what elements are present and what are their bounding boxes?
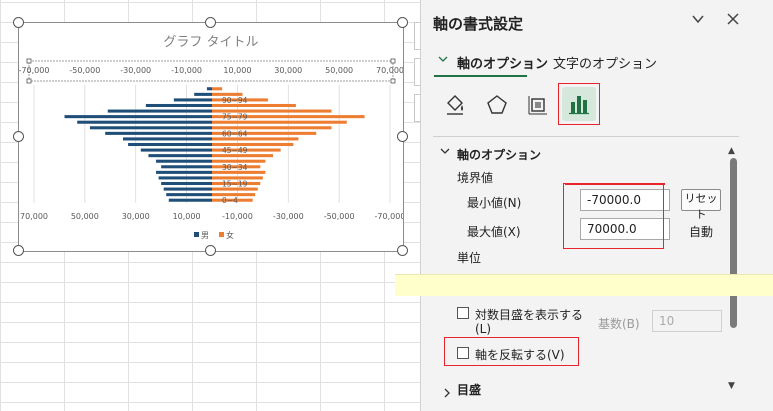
bar-male[interactable] (166, 193, 212, 197)
category-label: 75~79 (222, 113, 248, 122)
bottom-axis-tick: 30,000 (122, 212, 150, 221)
resize-handle[interactable] (205, 17, 216, 28)
units-label: 単位 (457, 251, 482, 265)
bar-male[interactable] (107, 109, 212, 113)
bar-male[interactable] (173, 98, 212, 102)
format-axis-pane: 軸の書式設定 軸のオプション 文字のオプション 軸のオプション 境界値 最小値(… (420, 0, 773, 411)
bar-female[interactable] (212, 87, 223, 91)
bar-male[interactable] (156, 170, 212, 174)
auto-label: 自動 (689, 225, 714, 239)
axis-options-bar-chart-icon[interactable] (562, 87, 596, 121)
bottom-axis-tick: -10,000 (222, 212, 253, 221)
category-label: 45~49 (222, 146, 248, 155)
bar-male[interactable] (77, 120, 212, 124)
bar-male[interactable] (128, 142, 212, 147)
chart-area[interactable]: グラフ タイトル -70,000 -50,000 -30,000 -10,000 10,0… (18, 22, 404, 252)
section-axis-options[interactable]: 軸のオプション (457, 146, 541, 163)
scrollbar-thumb[interactable] (730, 158, 737, 328)
resize-handle[interactable] (13, 17, 24, 28)
bar-male[interactable] (168, 198, 212, 202)
chevron-down-icon (438, 55, 448, 66)
bar-male[interactable] (206, 87, 212, 91)
top-axis-tick: -70,000 (19, 66, 49, 75)
bar-male[interactable] (161, 181, 212, 186)
divider (433, 136, 739, 137)
bottom-axis-tick: 50,000 (71, 212, 99, 221)
bottom-axis-tick: -30,000 (273, 212, 304, 221)
legend-swatch (194, 232, 199, 237)
top-axis-tick: 50,000 (325, 66, 353, 75)
top-axis-tick: 10,000 (223, 66, 251, 75)
category-label: 90~94 (222, 96, 248, 105)
top-axis-tick: -50,000 (69, 66, 100, 75)
resize-handle[interactable] (397, 131, 408, 142)
axis-handle[interactable] (390, 78, 396, 84)
tooltip-overlay (395, 274, 773, 296)
resize-handle[interactable] (397, 245, 408, 256)
fill-line-icon[interactable] (438, 88, 472, 122)
reset-button[interactable]: リセット (681, 189, 721, 221)
category-label: 30~34 (222, 163, 248, 172)
scroll-up-icon[interactable]: ▲ (728, 146, 735, 156)
tab-axis-options[interactable]: 軸のオプション (457, 53, 548, 72)
tab-active-indicator (434, 75, 527, 77)
log-scale-label-key: (L) (475, 322, 492, 336)
chevron-right-icon[interactable] (442, 383, 452, 402)
legend-label: 男 (201, 231, 209, 240)
min-label: 最小値(N) (467, 196, 522, 210)
tab-text-options[interactable]: 文字のオプション (553, 53, 657, 72)
bar-male[interactable] (123, 137, 212, 141)
bar-male[interactable] (158, 176, 212, 180)
bar-male[interactable] (145, 103, 212, 108)
resize-handle[interactable] (13, 245, 24, 256)
bar-male[interactable] (140, 148, 212, 152)
resize-handle[interactable] (397, 17, 408, 28)
bar-male[interactable] (161, 165, 212, 169)
bottom-axis-tick: 70,000 (20, 212, 48, 221)
resize-handle[interactable] (205, 245, 216, 256)
bar-male[interactable] (64, 115, 212, 119)
category-label: 60~64 (222, 129, 248, 138)
top-axis-tick: 30,000 (274, 66, 302, 75)
base-input[interactable] (652, 310, 722, 332)
category-label: 15~19 (222, 180, 248, 189)
log-scale-checkbox[interactable] (457, 307, 469, 319)
bar-male[interactable] (163, 187, 212, 191)
bar-male[interactable] (89, 126, 212, 130)
close-icon[interactable] (726, 12, 740, 30)
axis-handle[interactable] (26, 58, 32, 64)
highlight-box (444, 337, 579, 366)
axis-handle[interactable] (26, 78, 32, 84)
highlight-box (563, 183, 664, 249)
size-properties-icon[interactable] (521, 88, 555, 122)
bottom-axis-tick: -50,000 (324, 212, 355, 221)
max-label: 最大値(X) (467, 225, 521, 239)
category-label: 0~4 (222, 196, 238, 205)
bottom-axis-tick: -70,000 (375, 212, 403, 221)
bar-male[interactable] (148, 154, 212, 158)
bottom-axis-tick: 10,000 (173, 212, 201, 221)
chart-svg[interactable]: グラフ タイトル -70,000 -50,000 -30,000 -10,000 10,0… (19, 23, 403, 251)
tick-marks-section[interactable]: 目盛 (457, 381, 481, 398)
chart-title: グラフ タイトル (163, 35, 258, 50)
bar-male[interactable] (194, 92, 212, 96)
legend-swatch (219, 232, 224, 237)
resize-handle[interactable] (13, 131, 24, 142)
effects-pentagon-icon[interactable] (480, 88, 514, 122)
pane-title: 軸の書式設定 (433, 15, 524, 33)
chevron-down-icon[interactable] (440, 146, 450, 159)
axis-handle[interactable] (390, 58, 396, 64)
chevron-down-icon[interactable] (691, 12, 705, 30)
bar-male[interactable] (105, 131, 212, 135)
top-axis-tick: -30,000 (120, 66, 151, 75)
bar-male[interactable] (156, 159, 212, 163)
top-axis-tick: 70,000 (376, 66, 403, 75)
base-label: 基数(B) (598, 317, 640, 331)
legend-label: 女 (226, 230, 234, 240)
log-scale-label: 対数目盛を表示する (475, 308, 584, 322)
top-axis-tick: -10,000 (171, 66, 202, 75)
scroll-down-icon[interactable]: ▼ (728, 381, 735, 391)
bounds-label: 境界値 (457, 171, 494, 185)
